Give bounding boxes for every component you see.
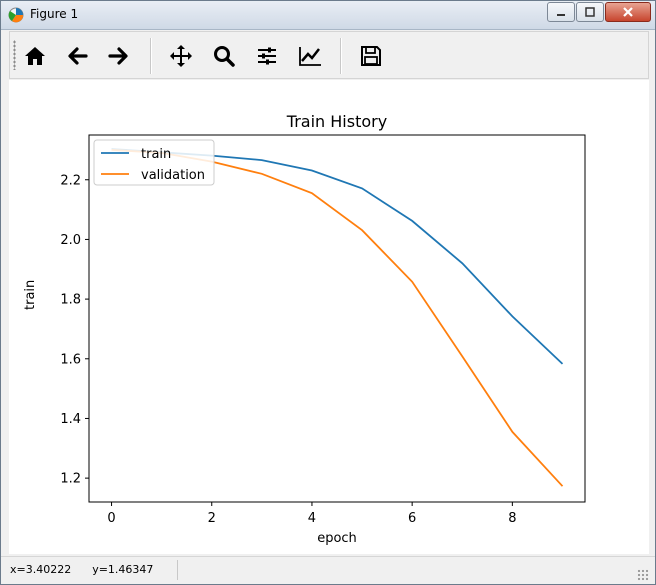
zoom-button[interactable] bbox=[208, 40, 240, 72]
toolbar-separator bbox=[340, 38, 342, 74]
move-icon bbox=[170, 45, 192, 67]
magnifier-icon bbox=[214, 46, 235, 67]
home-icon bbox=[25, 47, 45, 65]
save-button[interactable] bbox=[355, 40, 387, 72]
x-tick-label: 0 bbox=[107, 511, 115, 526]
navigation-toolbar bbox=[9, 31, 649, 79]
cursor-x: x=3.40222 bbox=[10, 563, 72, 576]
x-tick-label: 6 bbox=[408, 511, 416, 526]
app-icon bbox=[8, 7, 24, 23]
toolbar-grip[interactable] bbox=[13, 40, 16, 70]
title-bar[interactable]: Figure 1 bbox=[1, 1, 655, 30]
x-axis-label: epoch bbox=[317, 531, 357, 546]
close-button[interactable] bbox=[605, 2, 651, 22]
y-tick-label: 1.6 bbox=[60, 352, 81, 367]
y-tick-label: 2.2 bbox=[60, 173, 81, 188]
back-button[interactable] bbox=[61, 40, 93, 72]
figure-canvas[interactable]: Train History 0 2 4 6 8 1.2 1.4 1.6 1.8 2.0 2.2 tra… bbox=[9, 80, 649, 554]
minimize-button[interactable] bbox=[547, 2, 575, 22]
y-tick-label: 1.2 bbox=[60, 472, 81, 487]
y-axis-label: train bbox=[23, 279, 38, 310]
arrow-right-icon bbox=[108, 47, 128, 65]
x-tick-label: 8 bbox=[508, 511, 516, 526]
forward-button[interactable] bbox=[103, 40, 135, 72]
close-icon bbox=[623, 7, 633, 17]
figure-window: Figure 1 Train History 0 2 4 6 8 1.2 1.4… bbox=[0, 0, 656, 585]
status-bar: x=3.40222 y=1.46347 bbox=[1, 556, 655, 584]
edit-axis-button[interactable] bbox=[294, 40, 326, 72]
legend-label-validation: validation bbox=[141, 168, 205, 183]
legend-label-train: train bbox=[141, 147, 171, 162]
x-tick-label: 2 bbox=[208, 511, 216, 526]
y-tick-label: 1.4 bbox=[60, 412, 81, 427]
resize-grip[interactable] bbox=[637, 569, 649, 581]
window-title: Figure 1 bbox=[30, 7, 79, 21]
maximize-icon bbox=[585, 7, 595, 17]
x-tick-label: 4 bbox=[308, 511, 316, 526]
cursor-coordinates: x=3.40222 y=1.46347 bbox=[10, 563, 153, 576]
y-tick-label: 2.0 bbox=[60, 233, 81, 248]
minimize-icon bbox=[557, 14, 565, 16]
toolbar-separator bbox=[150, 38, 152, 74]
status-separator bbox=[177, 560, 178, 580]
subplots-button[interactable] bbox=[251, 40, 283, 72]
plot-area[interactable]: 0 2 4 6 8 1.2 1.4 1.6 1.8 2.0 2.2 train validation bbox=[9, 80, 649, 554]
home-button[interactable] bbox=[19, 40, 51, 72]
series-line-validation bbox=[111, 149, 564, 487]
window-controls bbox=[546, 2, 651, 22]
cursor-y: y=1.46347 bbox=[92, 563, 154, 576]
floppy-disk-icon bbox=[361, 46, 381, 66]
axes-frame bbox=[88, 134, 586, 503]
sliders-icon bbox=[258, 47, 276, 65]
line-chart-icon bbox=[299, 47, 321, 66]
arrow-left-icon bbox=[68, 47, 88, 65]
y-tick-label: 1.8 bbox=[60, 293, 81, 308]
pan-button[interactable] bbox=[165, 40, 197, 72]
maximize-button[interactable] bbox=[576, 2, 604, 22]
